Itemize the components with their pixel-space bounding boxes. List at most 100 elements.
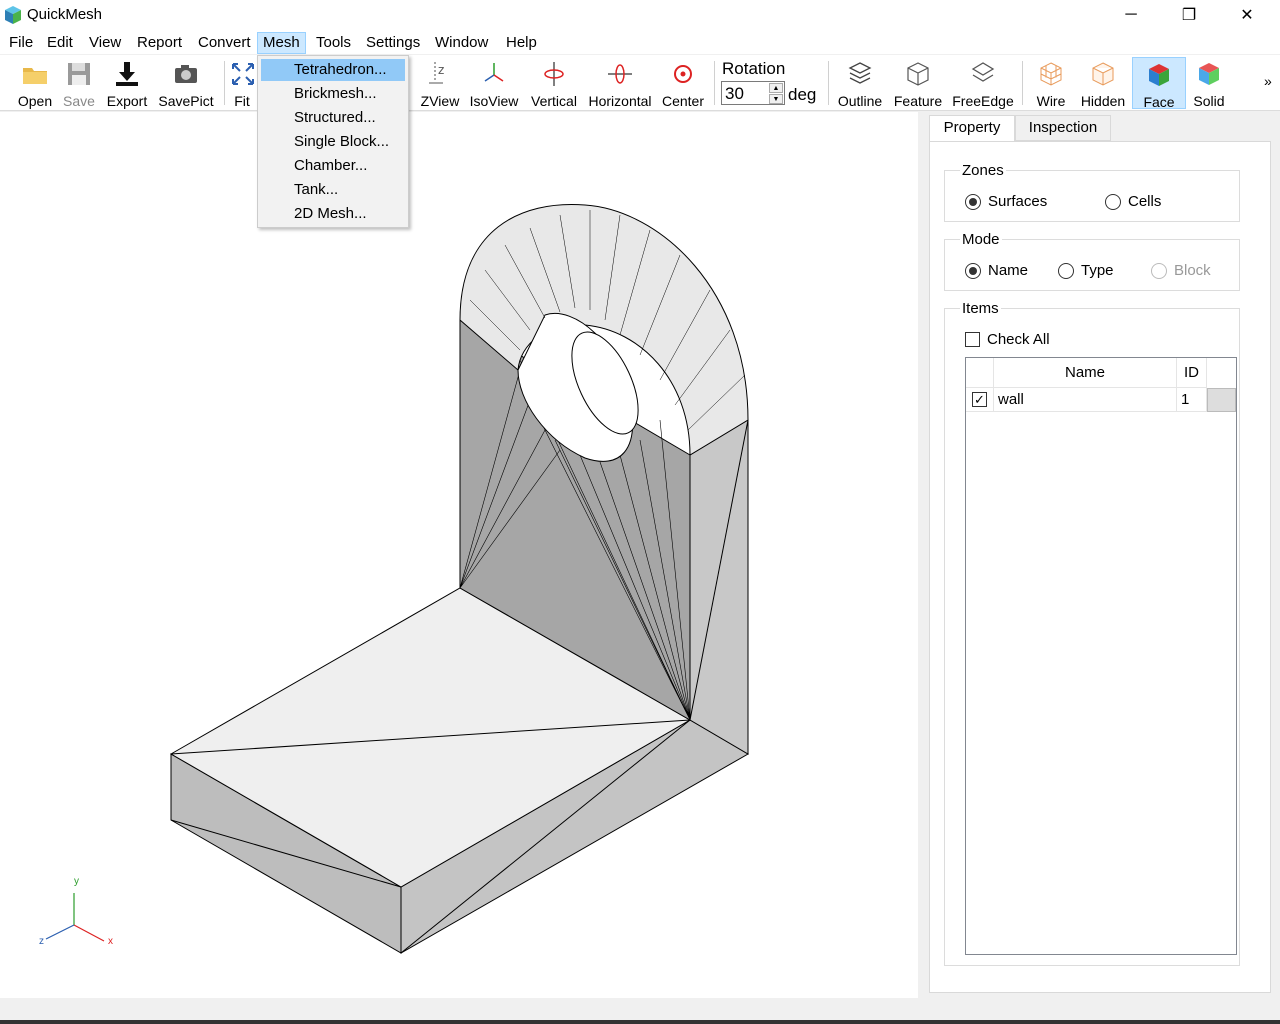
column-header-check	[966, 358, 994, 388]
menu-help[interactable]: Help	[501, 32, 542, 54]
tab-inspection[interactable]: Inspection	[1015, 115, 1111, 141]
fit-label: Fit	[234, 93, 250, 109]
rotation-unit: deg	[788, 85, 817, 104]
hidden-button[interactable]: Hidden	[1078, 57, 1128, 109]
title-bar: QuickMesh ─ ❐ ✕	[0, 0, 1280, 30]
column-header-id[interactable]: ID	[1177, 358, 1207, 388]
menu-mesh[interactable]: Mesh	[257, 32, 306, 54]
zview-button[interactable]: z ZView	[418, 57, 462, 109]
rotation-input[interactable]: 30	[725, 84, 744, 104]
vertical-rotation-icon	[544, 62, 564, 86]
block-mode-label: Block	[1174, 262, 1211, 279]
menu-bar: File Edit View Report Convert Mesh Tools…	[0, 30, 1280, 54]
center-target-icon	[674, 65, 692, 83]
menu-convert[interactable]: Convert	[193, 32, 256, 54]
horizontal-rotation-icon	[608, 64, 632, 84]
check-all-checkbox[interactable]	[965, 332, 980, 347]
wire-button[interactable]: Wire	[1030, 57, 1072, 109]
cells-label: Cells	[1128, 193, 1162, 210]
z-axis-view-icon: z	[429, 62, 444, 84]
type-radio[interactable]	[1058, 263, 1074, 279]
name-mode-label: Name	[988, 262, 1029, 279]
block-radio[interactable]	[1151, 263, 1167, 279]
menu-item-tetrahedron[interactable]: Tetrahedron...	[261, 59, 405, 81]
menu-tools[interactable]: Tools	[311, 32, 356, 54]
floppy-disk-icon	[68, 63, 90, 85]
x-axis-label: x	[108, 936, 113, 947]
surfaces-label: Surfaces	[988, 193, 1048, 210]
toolbar-overflow-icon[interactable]: »	[1264, 73, 1272, 89]
save-label: Save	[63, 93, 95, 109]
menu-window[interactable]: Window	[430, 32, 493, 54]
feature-label: Feature	[893, 93, 943, 109]
camera-icon	[175, 65, 197, 83]
close-button[interactable]: ✕	[1218, 0, 1276, 30]
items-table: Name ID ✓ wall 1	[965, 357, 1237, 955]
svg-text:z: z	[438, 63, 444, 77]
feature-button[interactable]: Feature	[892, 57, 944, 109]
row-checkbox[interactable]: ✓	[972, 392, 987, 407]
menu-item-brickmesh[interactable]: Brickmesh...	[261, 83, 405, 105]
table-row-name[interactable]: wall	[994, 388, 1177, 412]
center-button[interactable]: Center	[660, 57, 706, 109]
toolbar: Open Save Export SavePict Fit z ZView Is…	[0, 55, 1280, 111]
export-button[interactable]: Export	[104, 57, 150, 109]
y-axis-label: y	[74, 876, 79, 887]
taskbar-edge	[0, 1020, 1280, 1024]
menu-item-single-block[interactable]: Single Block...	[261, 131, 405, 153]
hidden-label: Hidden	[1080, 93, 1126, 109]
tab-property[interactable]: Property	[929, 115, 1015, 142]
name-radio[interactable]	[965, 263, 981, 279]
isoview-button[interactable]: IsoView	[468, 57, 520, 109]
menu-item-tank[interactable]: Tank...	[261, 179, 405, 201]
column-header-name[interactable]: Name	[994, 358, 1177, 388]
freeedge-button[interactable]: FreeEdge	[952, 57, 1014, 109]
open-button[interactable]: Open	[14, 57, 56, 109]
menu-view[interactable]: View	[84, 32, 126, 54]
menu-item-chamber[interactable]: Chamber...	[261, 155, 405, 177]
3d-viewport[interactable]: y z x	[0, 112, 918, 998]
savepict-button[interactable]: SavePict	[158, 57, 214, 109]
minimize-button[interactable]: ─	[1102, 0, 1160, 30]
menu-edit[interactable]: Edit	[42, 32, 78, 54]
horizontal-label: Horizontal	[588, 93, 652, 109]
mode-title: Mode	[960, 231, 1002, 248]
download-icon	[116, 62, 138, 86]
table-row-checkbox-cell[interactable]: ✓	[966, 388, 994, 412]
toolbar-separator	[224, 61, 225, 105]
freeedge-label: FreeEdge	[952, 93, 1014, 109]
center-label: Center	[661, 93, 705, 109]
outline-layers-icon	[848, 62, 872, 84]
vertical-rotate-button[interactable]: Vertical	[530, 57, 578, 109]
toolbar-separator	[1022, 61, 1023, 105]
rotation-stepper[interactable]: 30 ▲ ▼	[721, 81, 785, 105]
check-all-label: Check All	[987, 331, 1050, 348]
fit-button[interactable]: Fit	[228, 57, 256, 109]
surfaces-radio[interactable]	[965, 194, 981, 210]
savepict-label: SavePict	[158, 93, 214, 109]
spin-down-icon[interactable]: ▼	[769, 94, 783, 104]
save-button[interactable]: Save	[60, 57, 98, 109]
fit-arrows-icon	[232, 63, 254, 85]
row-color-swatch[interactable]	[1207, 388, 1236, 412]
menu-file[interactable]: File	[4, 32, 38, 54]
outline-button[interactable]: Outline	[836, 57, 884, 109]
menu-settings[interactable]: Settings	[361, 32, 425, 54]
table-row-id[interactable]: 1	[1177, 388, 1207, 412]
toolbar-separator	[714, 61, 715, 105]
toolbar-separator	[828, 61, 829, 105]
items-title: Items	[960, 300, 1001, 317]
type-mode-label: Type	[1081, 262, 1114, 279]
maximize-button[interactable]: ❐	[1160, 0, 1218, 30]
spin-up-icon[interactable]: ▲	[769, 83, 783, 93]
face-button[interactable]: Face	[1132, 57, 1186, 110]
menu-item-structured[interactable]: Structured...	[261, 107, 405, 129]
menu-item-2d-mesh[interactable]: 2D Mesh...	[261, 203, 405, 225]
mesh-render	[45, 203, 749, 954]
horizontal-rotate-button[interactable]: Horizontal	[588, 57, 652, 109]
cells-radio[interactable]	[1105, 194, 1121, 210]
solid-button[interactable]: Solid	[1190, 57, 1228, 109]
menu-report[interactable]: Report	[132, 32, 187, 54]
wire-label: Wire	[1036, 93, 1066, 109]
quickmesh-logo-icon	[5, 6, 21, 24]
